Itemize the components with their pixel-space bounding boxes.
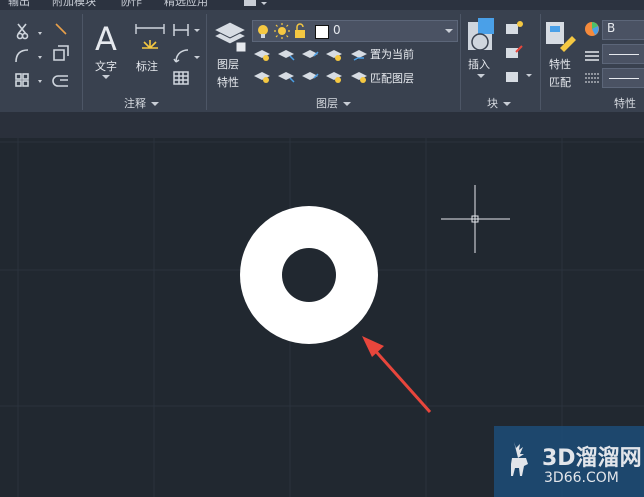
set-current-layer-button[interactable]: 置为当前 — [370, 46, 414, 62]
layer-tool-icons[interactable] — [252, 44, 348, 90]
layers-panel-title[interactable]: 图层 — [316, 95, 351, 111]
text-tool-dropdown-icon[interactable] — [101, 74, 111, 80]
donut-hole — [282, 248, 336, 302]
chevron-down-icon — [503, 102, 511, 106]
property-row-icons — [585, 22, 599, 83]
text-tool-icon[interactable]: A — [92, 20, 124, 56]
ribbon: 输出 附加模块 协作 精选应用 A 文字 标注 注释 图层 特性 0 置为当前 … — [0, 0, 644, 112]
dimension-tool-icon[interactable] — [132, 20, 168, 56]
block-tool-icons[interactable] — [504, 18, 534, 86]
linetype-dropdown[interactable] — [602, 68, 644, 88]
annotation-panel-title[interactable]: 注释 — [124, 95, 159, 111]
match-layer-button[interactable]: 匹配图层 — [370, 70, 414, 86]
annotation-extra-icons[interactable] — [170, 20, 202, 92]
insert-label[interactable]: 插入 — [468, 56, 490, 72]
tab-addins[interactable]: 附加模块 — [52, 0, 96, 9]
watermark-name: 3D溜溜网 — [542, 446, 642, 471]
annotation-arrow — [362, 336, 432, 413]
color-value: B — [607, 21, 616, 35]
properties-panel-title[interactable]: 特性 — [614, 95, 636, 111]
insert-block-icon[interactable] — [464, 16, 500, 56]
text-tool-label[interactable]: 文字 — [95, 58, 117, 74]
chevron-down-icon — [445, 29, 453, 33]
layer-properties-label-2[interactable]: 特性 — [217, 74, 239, 90]
ribbon-tab-bar: 输出 附加模块 协作 精选应用 — [0, 0, 644, 10]
crosshair-cursor[interactable] — [441, 185, 510, 253]
match-layer-icon[interactable] — [350, 68, 368, 84]
dimension-tool-label[interactable]: 标注 — [136, 58, 158, 74]
color-dropdown[interactable]: B — [602, 20, 644, 40]
tab-collaborate[interactable]: 协作 — [120, 0, 142, 9]
block-panel-title[interactable]: 块 — [487, 95, 511, 111]
match-properties-label-1[interactable]: 特性 — [549, 56, 571, 72]
lineweight-dropdown[interactable] — [602, 44, 644, 64]
watermark-url: 3D66.COM — [544, 470, 619, 486]
tab-featured-apps[interactable]: 精选应用 — [164, 0, 208, 9]
match-properties-icon[interactable] — [544, 18, 578, 56]
layer-properties-icon[interactable] — [212, 18, 248, 56]
chevron-down-icon — [343, 102, 351, 106]
modify-tools-icons[interactable] — [8, 20, 80, 92]
deer-logo-icon — [511, 442, 528, 476]
chevron-down-icon — [151, 102, 159, 106]
layer-properties-label-1[interactable]: 图层 — [217, 56, 239, 72]
layer-state-icons — [258, 23, 305, 39]
set-current-layer-icon[interactable] — [350, 46, 368, 62]
watermark-logo: 3D溜溜网 3D66.COM — [494, 426, 644, 497]
file-tab-strip — [0, 112, 644, 138]
layer-dropdown[interactable]: 0 — [252, 20, 458, 42]
tab-output[interactable]: 输出 — [8, 0, 30, 9]
current-layer-name: 0 — [333, 23, 341, 37]
layer-color-swatch — [315, 25, 329, 39]
match-properties-label-2[interactable]: 匹配 — [549, 74, 571, 90]
tab-dropdown-icon[interactable] — [240, 0, 270, 10]
svg-text:A: A — [95, 20, 117, 56]
insert-dropdown-icon[interactable] — [476, 73, 486, 79]
